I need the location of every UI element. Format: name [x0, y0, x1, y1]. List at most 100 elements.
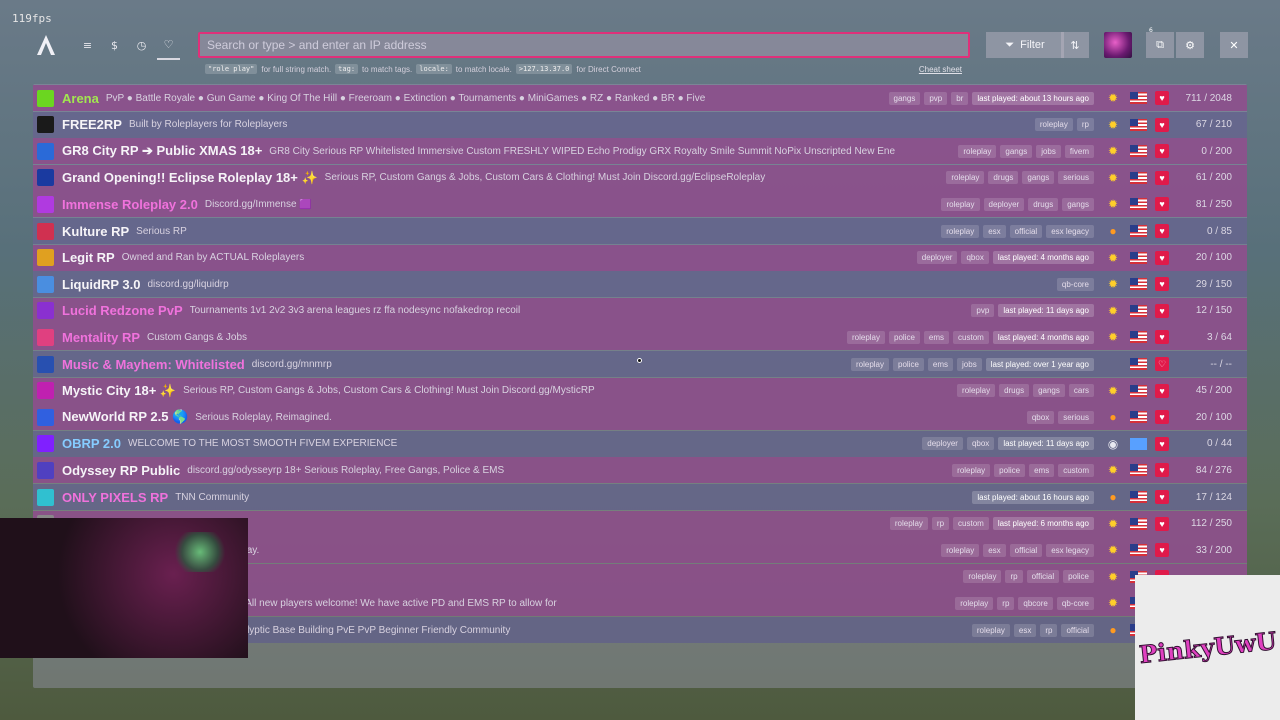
server-tag[interactable]: rp	[1076, 118, 1094, 132]
server-tag[interactable]: deployer	[983, 197, 1025, 211]
server-tag[interactable]: jobs	[1036, 144, 1061, 158]
server-tag[interactable]: police	[893, 357, 924, 371]
favorite-heart-icon[interactable]: ♥	[1155, 330, 1169, 345]
server-tag[interactable]: gangs	[1062, 197, 1094, 211]
server-row[interactable]: Arena PvP ● Battle Royale ● Gun Game ● Ki…	[33, 85, 1247, 111]
favorite-heart-icon[interactable]: ♡	[1155, 357, 1169, 371]
favorite-heart-icon[interactable]: ♥	[1155, 250, 1169, 265]
server-tag[interactable]: qbcore	[1018, 596, 1053, 610]
server-row[interactable]: FREE2RP Built by Roleplayers for Roleplay…	[33, 111, 1247, 138]
server-tag[interactable]: ems	[1029, 463, 1055, 477]
server-tag[interactable]: gangs	[888, 91, 921, 105]
server-tag[interactable]: official	[1026, 570, 1060, 584]
favorite-heart-icon[interactable]: ♥	[1155, 277, 1169, 292]
server-tag[interactable]: pvp	[924, 91, 948, 105]
favorite-heart-icon[interactable]: ♥	[1155, 117, 1169, 132]
server-tag[interactable]: esx legacy	[1046, 224, 1094, 238]
server-tag[interactable]: serious	[1058, 410, 1094, 424]
settings-button[interactable]: ⚙	[1176, 32, 1204, 58]
app-logo-icon[interactable]	[36, 34, 56, 56]
sort-button[interactable]: ⇅	[1061, 32, 1089, 58]
server-tag[interactable]: roleplay	[963, 570, 1002, 584]
dollar-icon[interactable]: $	[103, 30, 126, 60]
server-tag[interactable]: rp	[1040, 623, 1058, 637]
server-tag[interactable]: deployer	[922, 437, 963, 451]
favorite-heart-icon[interactable]: ♥	[1155, 410, 1169, 425]
server-tag[interactable]: custom	[953, 330, 989, 344]
server-tag[interactable]: roleplay	[941, 543, 980, 557]
server-tag[interactable]: serious	[1058, 171, 1094, 185]
server-tag[interactable]: custom	[1058, 463, 1094, 477]
server-tag[interactable]: pvp	[971, 304, 995, 318]
server-tag[interactable]: rp	[997, 596, 1015, 610]
server-tag[interactable]: roleplay	[946, 171, 985, 185]
server-tag[interactable]: drugs	[999, 384, 1030, 398]
server-tag[interactable]: custom	[953, 517, 989, 531]
favorite-heart-icon[interactable]: ♥	[1155, 516, 1169, 531]
server-tag[interactable]: gangs	[1033, 384, 1065, 398]
server-tag[interactable]: roleplay	[958, 144, 997, 158]
server-tag[interactable]: qbox	[966, 437, 995, 451]
favorite-heart-icon[interactable]: ♥	[1155, 463, 1169, 478]
server-row[interactable]: Lucid Redzone PvP Tournaments 1v1 2v2 3v3…	[33, 297, 1247, 324]
favorite-heart-icon[interactable]: ♥	[1155, 224, 1169, 238]
server-row[interactable]: NewWorld RP 2.5 🌎 Serious Roleplay, Reima…	[33, 404, 1247, 431]
server-tag[interactable]: br	[951, 91, 969, 105]
server-tag[interactable]: qb-core	[1056, 277, 1094, 291]
server-tag[interactable]: official	[1009, 224, 1043, 238]
cheat-sheet-link[interactable]: Cheat sheet	[919, 65, 962, 74]
server-tag[interactable]: fivem	[1064, 144, 1094, 158]
server-tag[interactable]: roleplay	[889, 517, 928, 531]
search-bar[interactable]	[198, 32, 970, 58]
server-tag[interactable]: roleplay	[952, 463, 991, 477]
favorite-heart-icon[interactable]: ♥	[1155, 303, 1169, 318]
favorites-heart-icon[interactable]: ♡	[157, 30, 180, 60]
server-row[interactable]: GR8 City RP ➔ Public XMAS 18+ GR8 City Se…	[33, 138, 1247, 165]
favorite-heart-icon[interactable]: ♥	[1155, 490, 1169, 504]
server-tag[interactable]: qb-core	[1056, 596, 1094, 610]
server-tag[interactable]: roleplay	[1034, 118, 1073, 132]
server-tag[interactable]: official	[1009, 543, 1043, 557]
server-tag[interactable]: roleplay	[850, 357, 889, 371]
server-tag[interactable]: esx	[1013, 623, 1037, 637]
server-tag[interactable]: roleplay	[971, 623, 1010, 637]
server-tag[interactable]: cars	[1068, 384, 1094, 398]
server-row[interactable]: Odyssey RP Public discord.gg/odysseyrp 18…	[33, 457, 1247, 484]
server-row[interactable]: OBRP 2.0 WELCOME TO THE MOST SMOOTH FIVEM…	[33, 430, 1247, 457]
server-row[interactable]: Legit RP Owned and Ran by ACTUAL Roleplay…	[33, 244, 1247, 271]
server-tag[interactable]: drugs	[1028, 197, 1059, 211]
server-tag[interactable]: police	[889, 330, 920, 344]
server-row[interactable]: ONLY PIXELS RP TNN Community last played: …	[33, 484, 1247, 510]
favorite-heart-icon[interactable]: ♥	[1155, 91, 1169, 105]
filter-button[interactable]: ⏷ Filter	[986, 32, 1064, 58]
server-tag[interactable]: roleplay	[846, 330, 885, 344]
server-row[interactable]: Mentality RP Custom Gangs & Jobs roleplay p…	[33, 324, 1247, 351]
server-tag[interactable]: qbox	[1026, 410, 1055, 424]
favorite-heart-icon[interactable]: ♥	[1155, 436, 1169, 451]
server-tag[interactable]: official	[1061, 623, 1094, 637]
server-row[interactable]: Music & Mayhem: Whitelisted discord.gg/mn…	[33, 351, 1247, 377]
server-tag[interactable]: esx legacy	[1046, 543, 1094, 557]
server-tag[interactable]: rp	[931, 517, 950, 531]
server-tag[interactable]: drugs	[988, 171, 1019, 185]
user-avatar[interactable]	[1104, 32, 1132, 58]
server-tag[interactable]: police	[994, 463, 1026, 477]
server-tag[interactable]: ems	[923, 330, 950, 344]
favorite-heart-icon[interactable]: ♥	[1155, 144, 1169, 159]
server-tag[interactable]: qbox	[961, 251, 989, 265]
server-tag[interactable]: police	[1063, 570, 1094, 584]
server-row[interactable]: LiquidRP 3.0 discord.gg/liquidrp qb-core ✹ ♥…	[33, 271, 1247, 298]
favorite-heart-icon[interactable]: ♥	[1155, 170, 1169, 185]
favorite-heart-icon[interactable]: ♥	[1155, 197, 1169, 212]
server-tag[interactable]: roleplay	[955, 596, 994, 610]
server-tag[interactable]: roleplay	[957, 384, 996, 398]
favorite-heart-icon[interactable]: ♥	[1155, 543, 1169, 558]
server-tag[interactable]: roleplay	[941, 224, 980, 238]
server-list-button[interactable]: ⧉	[1146, 32, 1174, 58]
close-button[interactable]: ✕	[1220, 32, 1248, 58]
server-tag[interactable]: deployer	[916, 251, 958, 265]
server-row[interactable]: Grand Opening!! Eclipse Roleplay 18+ ✨ Se…	[33, 164, 1247, 191]
server-row[interactable]: Mystic City 18+ ✨ Serious RP, Custom Gang…	[33, 377, 1247, 404]
server-tag[interactable]: roleplay	[941, 197, 980, 211]
server-tag[interactable]: gangs	[1000, 144, 1033, 158]
